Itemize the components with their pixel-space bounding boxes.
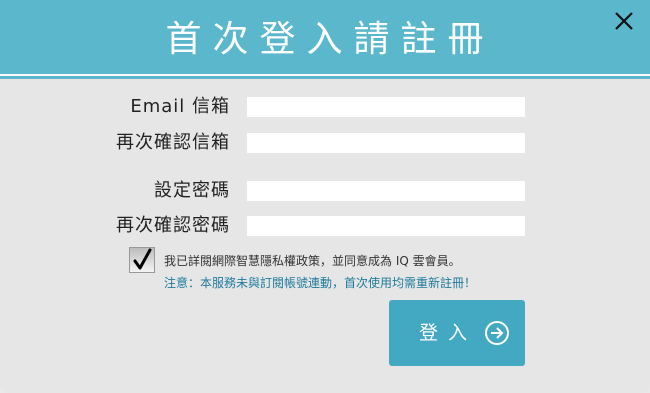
- agreement-text: 我已詳閱網際智慧隱私權政策，並同意成為 IQ 雲會員。: [164, 254, 461, 268]
- email-label: Email 信箱: [130, 96, 230, 117]
- close-button[interactable]: [611, 8, 637, 34]
- login-button[interactable]: 登入: [389, 300, 525, 366]
- login-button-label: 登入: [419, 322, 478, 344]
- register-dialog: 首次登入請註冊 Email 信箱 再次確認信箱 設定密碼 再次確認密碼 我已詳閱…: [0, 0, 650, 393]
- email-confirm-row: 再次確認信箱: [0, 132, 650, 154]
- email-confirm-input[interactable]: [247, 133, 525, 153]
- close-icon: [615, 12, 633, 30]
- notice-text: 注意：本服務未與訂閱帳號連動，首次使用均需重新註冊！: [164, 276, 477, 290]
- password-label: 設定密碼: [154, 180, 230, 201]
- checkmark-icon: [133, 248, 152, 270]
- email-confirm-label: 再次確認信箱: [116, 132, 230, 153]
- agree-checkbox[interactable]: [129, 247, 155, 273]
- password-input[interactable]: [247, 181, 525, 201]
- dialog-title: 首次登入請註冊: [165, 19, 495, 60]
- arrow-circle-right-icon: [485, 321, 509, 345]
- email-input[interactable]: [247, 97, 525, 117]
- email-row: Email 信箱: [0, 96, 650, 118]
- password-confirm-input[interactable]: [247, 216, 525, 236]
- password-row: 設定密碼: [0, 180, 650, 202]
- password-confirm-label: 再次確認密碼: [116, 215, 230, 236]
- password-confirm-row: 再次確認密碼: [0, 215, 650, 237]
